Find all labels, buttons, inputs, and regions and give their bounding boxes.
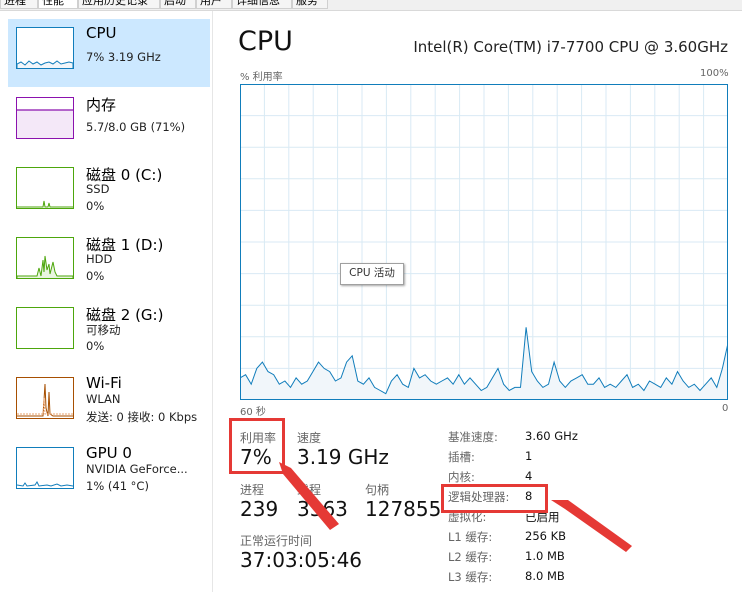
threads-label: 线程 xyxy=(297,483,322,497)
spec-label-l2-cache: L2 缓存: xyxy=(448,550,493,564)
wifi-thumbnail-graph xyxy=(16,377,74,419)
sidebar-item-gpu[interactable]: GPU 0 NVIDIA GeForce... 1% (41 °C) xyxy=(8,439,210,507)
page-title: CPU xyxy=(238,26,293,57)
sidebar-item-detail: WLAN xyxy=(86,392,121,406)
spec-label-l3-cache: L3 缓存: xyxy=(448,570,493,584)
cpu-model-name: Intel(R) Core(TM) i7-7700 CPU @ 3.60GHz xyxy=(413,38,728,56)
processes-label: 进程 xyxy=(240,483,265,497)
spec-value-sockets: 1 xyxy=(525,449,533,463)
tab-startup[interactable]: 启动 xyxy=(160,0,196,9)
sidebar-item-detail: SSD xyxy=(86,182,110,196)
threads-value: 3363 xyxy=(297,497,348,521)
spec-label-base-speed: 基准速度: xyxy=(448,430,498,444)
disk1-thumbnail-graph xyxy=(16,237,74,279)
graph-grid xyxy=(240,84,728,400)
sidebar-item-disk2[interactable]: 磁盘 2 (G:) 可移动 0% xyxy=(8,299,210,367)
handles-label: 句柄 xyxy=(365,483,390,497)
sidebar-item-disk1[interactable]: 磁盘 1 (D:) HDD 0% xyxy=(8,229,210,297)
sidebar-item-detail: 1% (41 °C) xyxy=(86,479,149,493)
tab-users[interactable]: 用户 xyxy=(196,0,232,9)
annotation-arrow-logical-processors xyxy=(551,500,632,552)
annotation-box-logical-processors xyxy=(441,484,548,513)
annotation-box-utilization xyxy=(229,418,285,474)
sidebar-item-detail: 0% xyxy=(86,199,105,213)
tab-app-history[interactable]: 应用历史记录 xyxy=(78,0,160,9)
sidebar-item-detail: NVIDIA GeForce... xyxy=(86,462,188,476)
sidebar-item-cpu[interactable]: CPU 7% 3.19 GHz xyxy=(8,19,210,87)
sidebar-item-detail: 可移动 xyxy=(86,323,121,337)
speed-label: 速度 xyxy=(297,431,322,445)
cpu-utilization-graph[interactable] xyxy=(239,84,729,400)
handles-value: 127855 xyxy=(365,497,442,521)
sidebar-item-disk0[interactable]: 磁盘 0 (C:) SSD 0% xyxy=(8,159,210,227)
sidebar-item-title: 内存 xyxy=(86,96,117,114)
tab-services[interactable]: 服务 xyxy=(292,0,328,9)
sidebar-item-detail: 发送: 0 接收: 0 Kbps xyxy=(86,410,198,424)
uptime-value: 37:03:05:46 xyxy=(240,548,363,572)
spec-label-l1-cache: L1 缓存: xyxy=(448,530,493,544)
resource-sidebar: CPU 7% 3.19 GHz 内存 5.7/8.0 GB (71%) 磁盘 0… xyxy=(0,11,213,592)
sidebar-item-title: GPU 0 xyxy=(86,444,132,462)
sidebar-item-detail: HDD xyxy=(86,252,113,266)
sidebar-item-title: Wi-Fi xyxy=(86,374,122,392)
sidebar-item-detail: 7% 3.19 GHz xyxy=(86,50,161,64)
disk0-thumbnail-graph xyxy=(16,167,74,209)
sidebar-item-memory[interactable]: 内存 5.7/8.0 GB (71%) xyxy=(8,89,210,157)
cpu-thumbnail-graph xyxy=(16,27,74,69)
tab-performance[interactable]: 性能 xyxy=(38,0,78,9)
sidebar-item-title: CPU xyxy=(86,24,117,42)
graph-x-left-label: 60 秒 xyxy=(240,407,266,418)
tab-details[interactable]: 详细信息 xyxy=(232,0,292,9)
spec-value-base-speed: 3.60 GHz xyxy=(525,429,578,443)
gpu-thumbnail-graph xyxy=(16,447,74,489)
graph-y-axis-label: % 利用率 xyxy=(240,72,283,83)
spec-value-l1-cache: 256 KB xyxy=(525,529,567,543)
processes-value: 239 xyxy=(240,497,279,521)
disk2-thumbnail-graph xyxy=(16,307,74,349)
speed-value: 3.19 GHz xyxy=(297,445,389,469)
tab-strip: 进程 性能 应用历史记录 启动 用户 详细信息 服务 xyxy=(0,0,742,11)
sidebar-item-detail: 5.7/8.0 GB (71%) xyxy=(86,120,186,134)
spec-label-sockets: 插槽: xyxy=(448,450,475,464)
cpu-graph-canvas xyxy=(239,84,729,400)
memory-thumbnail-graph xyxy=(16,97,74,139)
uptime-label: 正常运行时间 xyxy=(240,534,313,548)
sidebar-item-detail: 0% xyxy=(86,339,105,353)
graph-y-max-label: 100% xyxy=(700,68,729,79)
cpu-activity-tooltip: CPU 活动 xyxy=(340,263,404,285)
tab-processes[interactable]: 进程 xyxy=(0,0,38,9)
sidebar-item-wifi[interactable]: Wi-Fi WLAN 发送: 0 接收: 0 Kbps xyxy=(8,369,210,437)
spec-value-l2-cache: 1.0 MB xyxy=(525,549,565,563)
spec-value-cores: 4 xyxy=(525,469,533,483)
sidebar-item-detail: 0% xyxy=(86,269,105,283)
spec-label-cores: 内核: xyxy=(448,470,475,484)
graph-x-right-label: 0 xyxy=(722,403,729,414)
spec-value-l3-cache: 8.0 MB xyxy=(525,569,565,583)
